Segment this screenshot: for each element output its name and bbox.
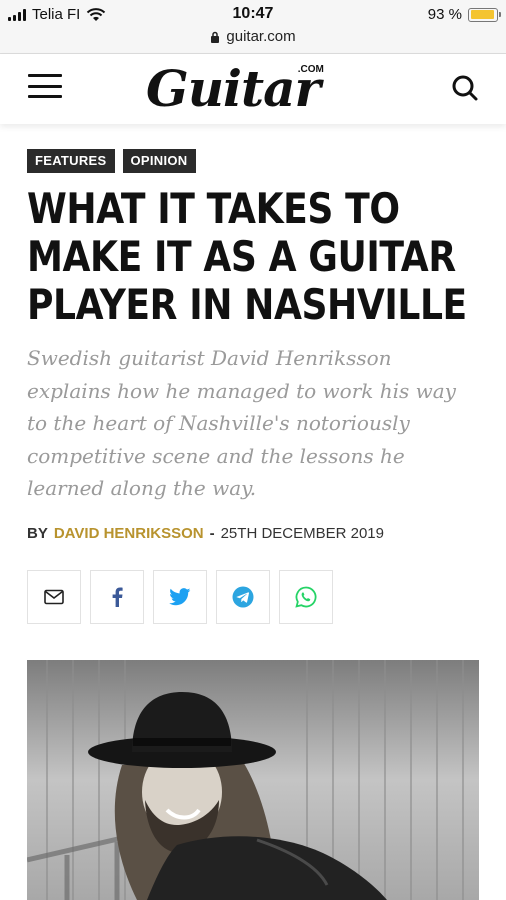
byline-separator: - (209, 525, 215, 542)
battery-percent: 93 % (427, 6, 462, 23)
share-telegram-button[interactable] (216, 570, 270, 624)
menu-button[interactable] (28, 74, 62, 98)
hamburger-line (28, 95, 62, 98)
search-button[interactable] (450, 73, 480, 103)
byline: BY DAVID HENRIKSSON - 25TH DECEMBER 2019 (27, 525, 384, 542)
article-headline: WHAT IT TAKES TO MAKE IT AS A GUITAR PLA… (27, 184, 467, 329)
hamburger-line (28, 74, 62, 77)
twitter-icon (169, 588, 191, 606)
url-text: guitar.com (226, 28, 296, 45)
telegram-icon (232, 586, 254, 608)
lock-icon (211, 31, 220, 43)
logo-wordmark: Guitar (146, 59, 321, 118)
address-bar[interactable]: guitar.com (0, 28, 506, 45)
battery-level (470, 10, 494, 19)
hero-image (27, 660, 479, 900)
status-bar: Telia FI 10:47 guitar.com 93 % (0, 0, 506, 54)
category-tags: FEATURES OPINION (27, 149, 196, 173)
share-twitter-button[interactable] (153, 570, 207, 624)
envelope-icon (44, 589, 64, 605)
site-header: Guitar .COM (0, 54, 506, 124)
guitarist-photo (27, 660, 479, 900)
article-standfirst: Swedish guitarist David Henriksson expla… (27, 346, 456, 500)
battery-info: 93 % (427, 6, 501, 23)
share-whatsapp-button[interactable] (279, 570, 333, 624)
byline-prefix: BY (27, 525, 48, 542)
site-logo[interactable]: Guitar .COM (146, 54, 324, 124)
author-link[interactable]: DAVID HENRIKSSON (54, 525, 204, 542)
share-buttons (27, 570, 333, 624)
share-facebook-button[interactable] (90, 570, 144, 624)
tag-opinion[interactable]: OPINION (122, 149, 196, 173)
facebook-icon (112, 587, 123, 607)
logo-suffix: .COM (297, 64, 324, 75)
search-icon (452, 75, 478, 101)
share-email-button[interactable] (27, 570, 81, 624)
tag-features[interactable]: FEATURES (27, 149, 115, 173)
hamburger-line (28, 84, 62, 88)
battery-icon (468, 7, 501, 22)
whatsapp-icon (295, 586, 317, 608)
publish-date: 25TH DECEMBER 2019 (220, 525, 384, 542)
